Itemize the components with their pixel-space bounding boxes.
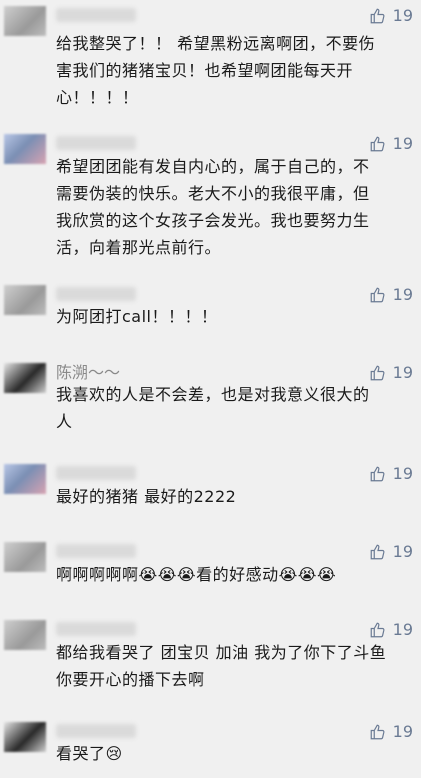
username-blurred: [56, 136, 136, 150]
like-count: 19: [392, 363, 413, 382]
avatar[interactable]: [4, 134, 46, 164]
thumbs-up-icon: [370, 136, 385, 151]
username[interactable]: 陈溯～～: [56, 359, 120, 383]
avatar[interactable]: [4, 542, 46, 572]
thumbs-up-icon: [370, 544, 385, 559]
like-button[interactable]: 19: [369, 464, 413, 483]
like-count: 19: [392, 620, 413, 639]
like-count: 19: [392, 464, 413, 483]
like-button[interactable]: 19: [369, 285, 413, 304]
thumbs-up-icon: [370, 622, 385, 637]
like-count: 19: [392, 285, 413, 304]
like-button[interactable]: 19: [369, 363, 413, 382]
avatar[interactable]: [4, 363, 46, 393]
like-count: 19: [392, 722, 413, 741]
comment-text: 啊啊啊啊啊😭😭😭看的好感动😭😭😭: [56, 565, 337, 584]
avatar[interactable]: [4, 620, 46, 650]
like-count: 19: [392, 6, 413, 25]
avatar[interactable]: [4, 464, 46, 494]
comment-text: 给我整哭了！！ 希望黑粉远离啊团，不要伤 害我们的猪猪宝贝！也希望啊团能每天开 …: [56, 34, 376, 107]
like-button[interactable]: 19: [369, 542, 413, 561]
username-blurred: [56, 622, 136, 636]
username-blurred: [56, 8, 136, 22]
like-count: 19: [392, 134, 413, 153]
comment-text: 我喜欢的人是不会差，也是对我意义很大的 人: [56, 385, 370, 431]
thumbs-up-icon: [370, 724, 385, 739]
avatar[interactable]: [4, 6, 46, 36]
thumbs-up-icon: [370, 365, 385, 380]
like-button[interactable]: 19: [369, 6, 413, 25]
like-button[interactable]: 19: [369, 134, 413, 153]
like-button[interactable]: 19: [369, 722, 413, 741]
comment-text: 看哭了😢: [56, 744, 123, 763]
username-blurred: [56, 287, 136, 301]
thumbs-up-icon: [370, 287, 385, 302]
comment-text: 最好的猪猪 最好的2222: [56, 487, 237, 506]
like-button[interactable]: 19: [369, 620, 413, 639]
username-blurred: [56, 724, 136, 738]
thumbs-up-icon: [370, 466, 385, 481]
avatar[interactable]: [4, 722, 46, 752]
username-blurred: [56, 544, 136, 558]
username-blurred: [56, 466, 136, 480]
comment-text: 为阿团打call！！！！: [56, 307, 218, 326]
comment-text: 都给我看哭了 团宝贝 加油 我为了你下了斗鱼 你要开心的播下去啊: [56, 643, 387, 689]
comment-text: 希望团团能有发自内心的，属于自己的，不 需要伪装的快乐。老大不小的我很平庸，但 …: [56, 157, 370, 257]
like-count: 19: [392, 542, 413, 561]
thumbs-up-icon: [370, 8, 385, 23]
avatar[interactable]: [4, 285, 46, 315]
